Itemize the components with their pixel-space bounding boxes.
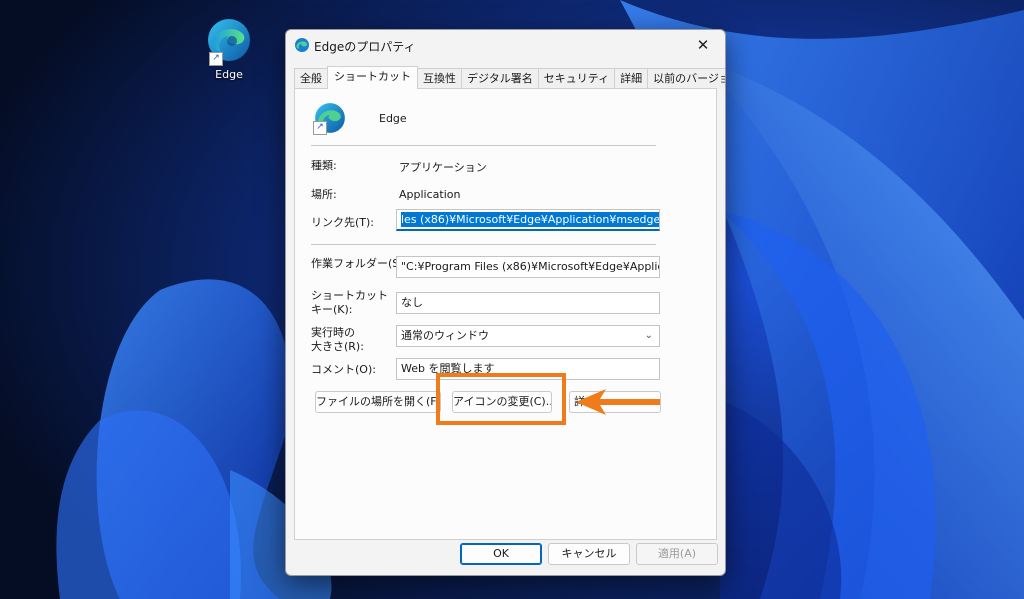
target-label: リンク先(T): [311,216,375,229]
apply-button[interactable]: 適用(A) [636,543,718,565]
hotkey-field[interactable]: なし [396,292,660,314]
tab-shortcut[interactable]: ショートカット [327,66,418,89]
run-size-select[interactable]: 通常のウィンドウ ⌄ [396,325,660,347]
tab-compatibility[interactable]: 互換性 [417,68,462,89]
tab-bar: 全般 ショートカット 互換性 デジタル署名 セキュリティ 詳細 以前のバージョン [294,66,725,89]
start-in-field[interactable]: "C:¥Program Files (x86)¥Microsoft¥Edge¥A… [396,256,660,278]
edge-icon: ↗ [313,101,347,135]
dialog-title: Edgeのプロパティ [314,40,416,54]
chevron-down-icon: ⌄ [644,330,653,341]
run-size-value: 通常のウィンドウ [401,329,489,342]
close-icon: ✕ [696,36,710,54]
hotkey-label-line1: ショートカット [311,289,388,302]
desktop-shortcut-edge[interactable]: ↗ Edge [200,16,258,81]
divider [311,244,656,245]
desktop-icon-label: Edge [215,68,243,81]
run-label-line1: 実行時の [311,326,355,339]
edge-icon: ↗ [205,16,253,66]
tab-previous-versions[interactable]: 以前のバージョン [647,68,725,89]
shortcut-tab-panel: ↗ Edge 種類: アプリケーション 場所: Application リンク先… [294,88,717,540]
cancel-button[interactable]: キャンセル [548,543,630,565]
location-value: Application [399,188,461,201]
annotation-arrow-icon [576,389,660,415]
open-file-location-button[interactable]: ファイルの場所を開く(F) [315,391,441,413]
tab-general[interactable]: 全般 [294,68,328,89]
divider [311,145,656,146]
target-selected-text: les (x86)¥Microsoft¥Edge¥Application¥mse… [401,212,659,227]
shortcut-arrow-icon: ↗ [313,121,327,135]
properties-dialog: Edgeのプロパティ ✕ 全般 ショートカット 互換性 デジタル署名 セキュリテ… [285,29,726,576]
annotation-highlight-box [436,373,566,425]
location-label: 場所: [311,188,337,201]
close-button[interactable]: ✕ [681,30,725,60]
edge-small-icon [294,37,310,53]
tab-digital-signatures[interactable]: デジタル署名 [461,68,539,89]
tab-security[interactable]: セキュリティ [537,68,616,89]
hotkey-label-line2: キー(K): [311,303,353,316]
start-in-label: 作業フォルダー(S): [311,257,408,270]
shortcut-arrow-icon: ↗ [209,52,223,66]
tab-details[interactable]: 詳細 [614,68,649,89]
ok-button[interactable]: OK [460,543,542,565]
dialog-titlebar[interactable]: Edgeのプロパティ ✕ [286,30,725,60]
shortcut-name: Edge [379,112,407,125]
target-field[interactable]: les (x86)¥Microsoft¥Edge¥Application¥mse… [396,209,660,231]
comment-label: コメント(O): [311,363,376,376]
run-label-line2: 大きさ(R): [311,340,364,353]
type-value: アプリケーション [399,161,487,174]
type-label: 種類: [311,159,337,172]
